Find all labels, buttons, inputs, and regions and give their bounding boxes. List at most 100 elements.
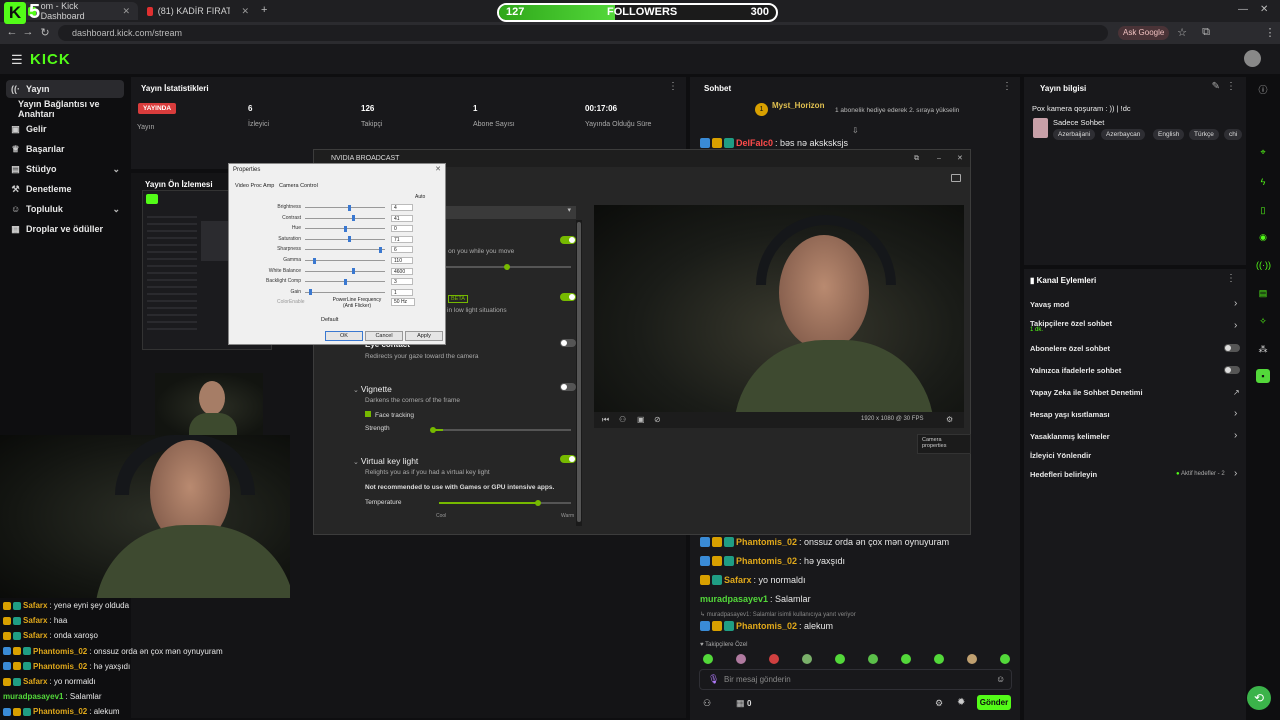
tag[interactable]: English: [1153, 129, 1185, 140]
temperature-knob[interactable]: [535, 500, 541, 506]
more-options-icon[interactable]: ⋮: [1226, 81, 1236, 92]
emoji-icon[interactable]: ☺: [996, 674, 1005, 684]
emote-icon[interactable]: [703, 654, 713, 664]
sidebar-item-gelir[interactable]: ▣ Gelir: [6, 120, 124, 138]
powerline-select[interactable]: 50 Hz: [391, 298, 415, 306]
emote-only-chat[interactable]: Yalnızca ifadelerle sohbet: [1030, 366, 1121, 375]
chevron-right-icon[interactable]: ›: [1234, 468, 1237, 479]
tab-youtube[interactable]: (81) KADİR FIRAT - SENDE ✕: [139, 2, 257, 20]
property-slider-knob[interactable]: [312, 257, 316, 264]
cancel-button[interactable]: Cancel: [365, 331, 403, 341]
sidebar-item-droplar[interactable]: ▦ Droplar ve ödüller: [6, 220, 124, 238]
lightning-icon[interactable]: ϟ: [1256, 175, 1270, 189]
extensions-icon[interactable]: ⧉: [1198, 26, 1214, 39]
close-icon[interactable]: ✕: [241, 6, 249, 17]
emote-icon[interactable]: [868, 654, 878, 664]
tag[interactable]: Azerbaijani: [1053, 129, 1096, 140]
sidebar-item-stream-key[interactable]: Yayın Bağlantısı ve Anahtarı: [6, 99, 124, 119]
sidebar-item-yayin[interactable]: ((· Yayın: [6, 80, 124, 98]
set-goals[interactable]: Hedefleri belirleyin: [1030, 470, 1097, 479]
back-icon[interactable]: ←: [4, 26, 20, 38]
sidebar-item-denetleme[interactable]: ⚒ Denetleme: [6, 180, 124, 198]
property-value[interactable]: 71: [391, 235, 413, 243]
category-name[interactable]: Sadece Sohbet: [1053, 118, 1104, 127]
property-slider-knob[interactable]: [344, 225, 347, 232]
no-camera-icon[interactable]: ⊘: [654, 415, 661, 424]
new-tab-icon[interactable]: +: [261, 4, 267, 16]
tag[interactable]: Türkçe: [1189, 129, 1219, 140]
close-icon[interactable]: ✕: [435, 165, 441, 173]
reload-icon[interactable]: ↻: [37, 26, 53, 39]
users-icon[interactable]: ⚇: [703, 698, 711, 709]
expand-icon[interactable]: ⇩: [852, 126, 859, 135]
property-slider-knob[interactable]: [347, 204, 351, 211]
broadcast-icon[interactable]: ((·)): [1256, 258, 1271, 272]
chat-input[interactable]: Bir mesaj gönderin: [699, 669, 1012, 690]
property-value[interactable]: 3: [391, 278, 413, 286]
low-light-toggle[interactable]: [560, 293, 576, 301]
avatar[interactable]: [1244, 50, 1261, 67]
property-slider[interactable]: [305, 249, 385, 251]
tag[interactable]: chi: [1224, 129, 1243, 140]
property-slider[interactable]: [305, 217, 385, 219]
auto-frame-slider-knob[interactable]: [504, 264, 510, 270]
minimize-icon[interactable]: –: [937, 150, 941, 167]
emote-icon[interactable]: [967, 654, 977, 664]
property-value[interactable]: 4600: [391, 267, 413, 275]
property-slider[interactable]: [305, 260, 385, 261]
restore-icon[interactable]: ⧉: [914, 150, 919, 167]
sidebar-item-topluluk[interactable]: ☺ Topluluk ⌄: [6, 200, 124, 218]
wrench-icon[interactable]: ✧: [1256, 314, 1270, 328]
send-button[interactable]: Gönder: [977, 695, 1011, 710]
property-slider-knob[interactable]: [344, 278, 347, 285]
more-options-icon[interactable]: ⋮: [1226, 273, 1236, 284]
chat-username[interactable]: Phantomis_02: [736, 537, 797, 547]
crosshair-icon[interactable]: ⌖: [1256, 145, 1270, 159]
emote-icon[interactable]: [1000, 654, 1010, 664]
emote-icon[interactable]: [802, 654, 812, 664]
more-options-icon[interactable]: ⋮: [668, 81, 678, 92]
person-icon[interactable]: ⚇: [619, 415, 626, 424]
property-value[interactable]: 6: [391, 246, 413, 254]
chevron-right-icon[interactable]: ›: [1234, 320, 1237, 331]
forward-icon[interactable]: →: [20, 26, 36, 38]
tag[interactable]: Azerbaycan: [1101, 129, 1146, 140]
strength-knob[interactable]: [430, 427, 436, 433]
more-options-icon[interactable]: ⋮: [1002, 81, 1012, 92]
chat-bubble-icon[interactable]: ◉: [1256, 230, 1270, 244]
emote-only-toggle[interactable]: [1224, 366, 1240, 374]
strength-slider[interactable]: [431, 429, 571, 431]
menu-icon[interactable]: ⋮: [1262, 26, 1278, 39]
vignette-toggle[interactable]: [560, 383, 576, 391]
account-age-restriction[interactable]: Hesap yaşı kısıtlaması: [1030, 410, 1110, 419]
banned-words[interactable]: Yasaklanmış kelimeler: [1030, 432, 1110, 441]
property-slider-knob[interactable]: [379, 246, 383, 253]
resolution-select[interactable]: 1920 x 1080 @ 30 FPS: [861, 416, 923, 422]
property-value[interactable]: 1: [391, 288, 413, 296]
skip-icon[interactable]: ⏮: [602, 415, 609, 425]
auto-frame-toggle[interactable]: [560, 236, 576, 244]
scrollbar[interactable]: [576, 220, 582, 526]
subscribers-only-chat[interactable]: Abonelere özel sohbet: [1030, 344, 1110, 353]
window-close-icon[interactable]: ✕: [1260, 4, 1268, 15]
chat-username[interactable]: DelFalc0: [736, 138, 773, 148]
app-icon[interactable]: ▪: [1256, 369, 1270, 383]
eye-contact-toggle[interactable]: [560, 339, 576, 347]
face-tracking[interactable]: Face tracking: [365, 411, 414, 419]
close-icon[interactable]: ✕: [122, 6, 130, 17]
hamburger-menu-icon[interactable]: ☰: [11, 52, 23, 68]
chevron-right-icon[interactable]: ›: [1234, 408, 1237, 419]
info-icon[interactable]: ⓘ: [1256, 83, 1270, 97]
property-slider-knob[interactable]: [351, 215, 355, 222]
keylight-toggle[interactable]: [560, 455, 576, 463]
url-field[interactable]: dashboard.kick.com/stream: [58, 25, 1108, 41]
kick-logo[interactable]: KICK: [30, 51, 71, 68]
star-icon[interactable]: ☆: [1174, 26, 1190, 39]
emote-icon[interactable]: [934, 654, 944, 664]
help-icon[interactable]: ⟲: [1247, 686, 1271, 710]
document-icon[interactable]: ▯: [1256, 203, 1270, 217]
chevron-right-icon[interactable]: ›: [1234, 298, 1237, 309]
property-slider[interactable]: [305, 291, 385, 293]
tab-camera-control[interactable]: Camera Control: [279, 183, 318, 189]
chat-username[interactable]: Phantomis_02: [736, 556, 797, 566]
